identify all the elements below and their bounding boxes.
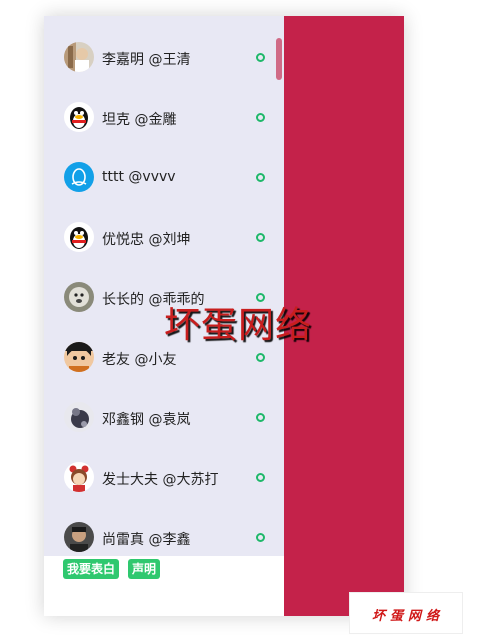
online-status-icon xyxy=(256,473,265,482)
list-item[interactable]: 邓鑫钢 @袁岚 xyxy=(64,402,274,438)
contact-name: 老友 @小友 xyxy=(102,352,177,368)
scrollbar-thumb[interactable] xyxy=(276,38,282,80)
list-item[interactable]: 尚雷真 @李鑫 xyxy=(64,522,274,556)
qq-penguin-icon xyxy=(64,222,94,252)
cartoon-face-icon xyxy=(64,342,94,372)
corner-watermark-logo: 坏蛋网络 xyxy=(349,592,463,634)
qq-penguin-icon xyxy=(64,102,94,132)
statement-button[interactable]: 声明 xyxy=(128,559,161,579)
online-status-icon xyxy=(256,413,265,422)
online-status-icon xyxy=(256,173,265,182)
corner-watermark-text: 坏蛋网络 xyxy=(372,609,445,624)
photo-avatar-icon xyxy=(64,42,94,72)
confess-button[interactable]: 我要表白 xyxy=(63,559,120,579)
contact-name: 发士大夫 @大苏打 xyxy=(102,472,219,488)
list-item[interactable]: 发士大夫 @大苏打 xyxy=(64,462,274,498)
qq-default-icon xyxy=(64,162,94,192)
list-item[interactable]: 坦克 @金雕 xyxy=(64,102,274,138)
list-item[interactable]: 李嘉明 @王清 xyxy=(64,42,274,78)
online-status-icon xyxy=(256,53,265,62)
online-status-icon xyxy=(256,113,265,122)
man-photo-icon xyxy=(64,522,94,552)
contact-name: tttt @vvvv xyxy=(102,169,176,185)
contact-list[interactable]: 李嘉明 @王清 坦克 @金雕 tttt @vvvv 优悦忠 @刘坤 长长的 @乖… xyxy=(44,16,284,556)
online-status-icon xyxy=(256,533,265,542)
contact-name: 坦克 @金雕 xyxy=(102,112,177,128)
contact-name: 尚雷真 @李鑫 xyxy=(102,532,191,548)
online-status-icon xyxy=(256,353,265,362)
contact-name: 李嘉明 @王清 xyxy=(102,52,191,68)
dark-photo-icon xyxy=(64,402,94,432)
watermark-text: 坏蛋网络 xyxy=(164,305,313,346)
girl-cartoon-icon xyxy=(64,462,94,492)
list-item[interactable]: 优悦忠 @刘坤 xyxy=(64,222,274,258)
contact-name: 邓鑫钢 @袁岚 xyxy=(102,412,191,428)
online-status-icon xyxy=(256,233,265,242)
dog-photo-icon xyxy=(64,282,94,312)
list-item[interactable]: tttt @vvvv xyxy=(64,162,274,198)
contact-name: 优悦忠 @刘坤 xyxy=(102,232,191,248)
